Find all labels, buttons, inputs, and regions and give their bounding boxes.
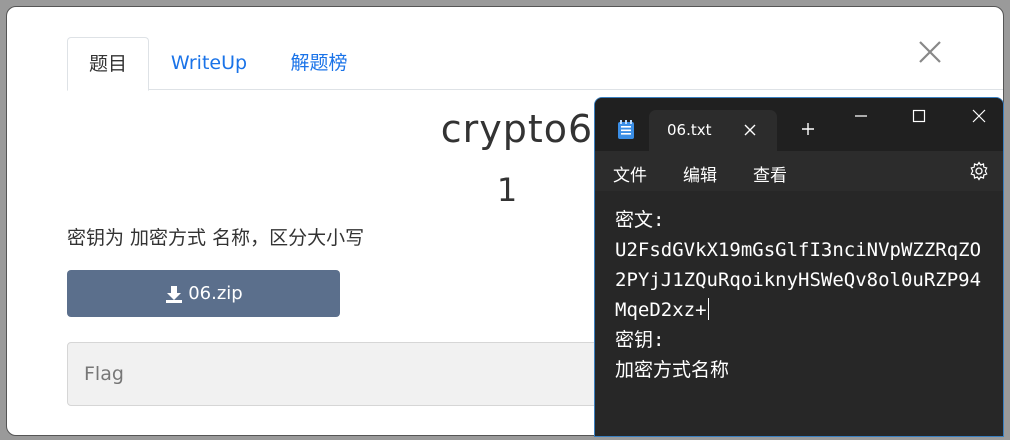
editor-line: MqeD2xz+: [615, 299, 707, 321]
download-icon: [166, 285, 183, 303]
notepad-tab[interactable]: 06.txt: [649, 110, 777, 151]
notepad-editor[interactable]: 密文: U2FsdGVkX19mGsGlfI3nciNVpWZZRqZO 2PY…: [595, 191, 1003, 436]
editor-line-cursor: MqeD2xz+: [615, 295, 1003, 325]
editor-line: 密钥:: [615, 329, 665, 351]
editor-line: 加密方式名称: [615, 359, 730, 381]
notepad-tab-title: 06.txt: [667, 121, 712, 139]
editor-line: 2PYjJ1ZQuRqoiknyHSWeQv8ol0uRZP94: [615, 269, 982, 291]
tab-bar: 题目 WriteUp 解题榜: [67, 37, 1003, 91]
window-close-icon[interactable]: [971, 108, 987, 124]
download-button[interactable]: 06.zip: [67, 270, 340, 317]
notepad-window: 06.txt 文件 编辑 查看 密文: U2FsdGVkX19mGsGlfI3n…: [594, 97, 1004, 437]
notepad-titlebar: 06.txt: [595, 98, 1003, 151]
menu-edit[interactable]: 编辑: [683, 161, 717, 186]
minimize-icon[interactable]: [853, 108, 869, 124]
editor-line: U2FsdGVkX19mGsGlfI3nciNVpWZZRqZO: [615, 239, 982, 261]
download-label: 06.zip: [188, 283, 243, 304]
menu-view[interactable]: 查看: [753, 161, 787, 186]
maximize-icon[interactable]: [911, 108, 927, 124]
editor-line: 密文:: [615, 209, 665, 231]
tab-close-icon[interactable]: [743, 123, 757, 137]
flag-input[interactable]: Flag: [67, 342, 627, 406]
challenge-description: 密钥为 加密方式 名称，区分大小写: [67, 227, 365, 249]
tab-leaderboard[interactable]: 解题榜: [279, 37, 359, 90]
menu-file[interactable]: 文件: [613, 161, 647, 186]
text-cursor: [707, 298, 709, 320]
notepad-file-icon: [618, 120, 634, 139]
new-tab-icon[interactable]: [801, 122, 815, 136]
notepad-menubar: 文件 编辑 查看: [595, 151, 1003, 191]
tab-writeup[interactable]: WriteUp: [165, 37, 253, 90]
challenge-score: 1: [496, 171, 518, 209]
settings-gear-icon[interactable]: [969, 161, 989, 181]
tab-challenge[interactable]: 题目: [67, 37, 149, 91]
